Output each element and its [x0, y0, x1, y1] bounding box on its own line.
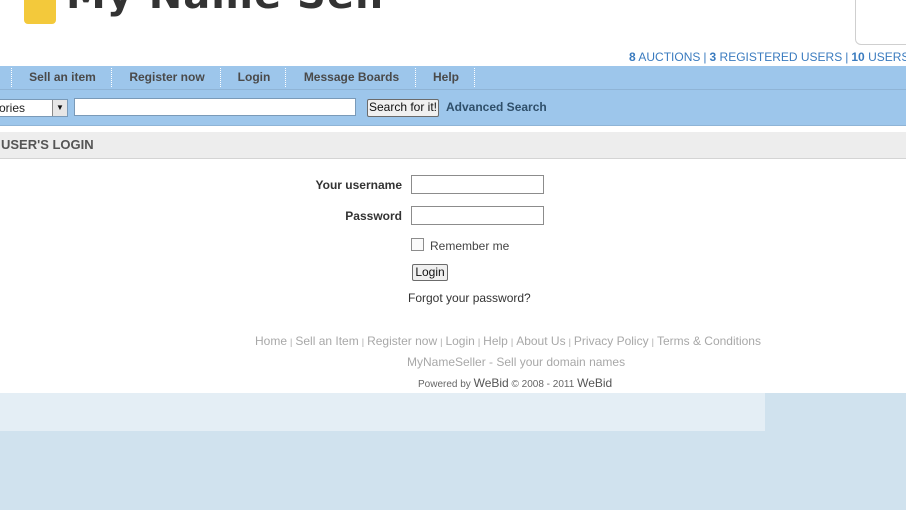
- stats-separator: |: [845, 50, 849, 64]
- footer-link-help[interactable]: Help: [483, 334, 508, 348]
- footer-links: Home | Sell an Item | Register now | Login | Hel…: [255, 334, 761, 348]
- nav-login[interactable]: Login: [223, 66, 285, 89]
- powered-by-prefix: Powered by: [418, 379, 471, 390]
- footer-link-privacy[interactable]: Privacy Policy: [574, 334, 649, 348]
- nav-separator: [11, 68, 12, 87]
- auctions-label[interactable]: AUCTIONS: [638, 50, 700, 64]
- footer-separator: |: [651, 337, 654, 347]
- category-select-value: ories: [0, 101, 26, 115]
- footer-separator: |: [477, 337, 481, 347]
- login-header: USER'S LOGIN: [0, 132, 906, 159]
- registered-users-label[interactable]: REGISTERED USERS: [720, 50, 843, 64]
- footer-separator: |: [510, 337, 514, 347]
- nav-separator: [220, 68, 221, 87]
- remember-me-checkbox[interactable]: [411, 238, 424, 251]
- footer-tagline: MyNameSeller - Sell your domain names: [407, 355, 626, 369]
- forgot-password-link[interactable]: Forgot your password?: [408, 291, 531, 305]
- search-bar: ories ▼ Search for it! Advanced Search: [0, 90, 906, 126]
- nav-help[interactable]: Help: [418, 66, 474, 89]
- footer-link-login[interactable]: Login: [445, 334, 474, 348]
- main-nav: Sell an item Register now Login Message …: [0, 66, 906, 90]
- copyright-text: © 2008 - 2011: [511, 379, 575, 390]
- footer-separator: |: [361, 337, 365, 347]
- page-title: USER'S LOGIN: [1, 137, 94, 152]
- nav-separator: [474, 68, 475, 87]
- search-button[interactable]: Search for it!: [367, 99, 439, 117]
- site-logo[interactable]: My Name Seller: [22, 0, 382, 26]
- username-label: Your username: [315, 178, 402, 192]
- nav-separator: [111, 68, 112, 87]
- search-input[interactable]: [74, 98, 356, 116]
- nav-register-now[interactable]: Register now: [114, 66, 220, 89]
- auctions-count: 8: [629, 50, 636, 64]
- password-input[interactable]: [411, 206, 544, 225]
- footer-separator: |: [568, 337, 571, 347]
- footer-link-about[interactable]: About Us: [516, 334, 565, 348]
- footer-link-terms[interactable]: Terms & Conditions: [657, 334, 761, 348]
- footer-link-home[interactable]: Home: [255, 334, 287, 348]
- logo-text: My Name Seller: [66, 0, 382, 18]
- nav-message-boards[interactable]: Message Boards: [288, 66, 415, 89]
- nav-separator: [285, 68, 286, 87]
- footer-link-sell[interactable]: Sell an Item: [295, 334, 358, 348]
- webid-link[interactable]: WeBid: [577, 376, 612, 390]
- registered-users-count: 3: [709, 50, 717, 64]
- nav-separator: [415, 68, 416, 87]
- footer-separator: |: [290, 337, 293, 347]
- logo-icon: [24, 0, 56, 24]
- footer-powered-by: Powered by WeBid © 2008 - 2011 WeBid: [418, 376, 612, 390]
- online-users-count: 10: [851, 50, 865, 64]
- site-stats: 8 AUCTIONS | 3 REGISTERED USERS | 10 USERS: [629, 50, 906, 64]
- category-select[interactable]: ories ▼: [0, 99, 68, 117]
- password-label: Password: [345, 209, 402, 223]
- webid-link[interactable]: WeBid: [474, 376, 509, 390]
- username-input[interactable]: [411, 175, 544, 194]
- remember-me-label[interactable]: Remember me: [430, 239, 509, 253]
- online-users-label[interactable]: USERS: [868, 50, 906, 64]
- footer-link-register[interactable]: Register now: [367, 334, 437, 348]
- chevron-down-icon[interactable]: ▼: [52, 100, 67, 116]
- footer-separator: |: [440, 337, 443, 347]
- advanced-search-link[interactable]: Advanced Search: [446, 100, 547, 114]
- stats-separator: |: [703, 50, 707, 64]
- background-panel: [0, 393, 765, 431]
- nav-sell-an-item[interactable]: Sell an item: [14, 66, 111, 89]
- header-corner-box: [855, 0, 906, 45]
- login-button[interactable]: Login: [412, 264, 448, 281]
